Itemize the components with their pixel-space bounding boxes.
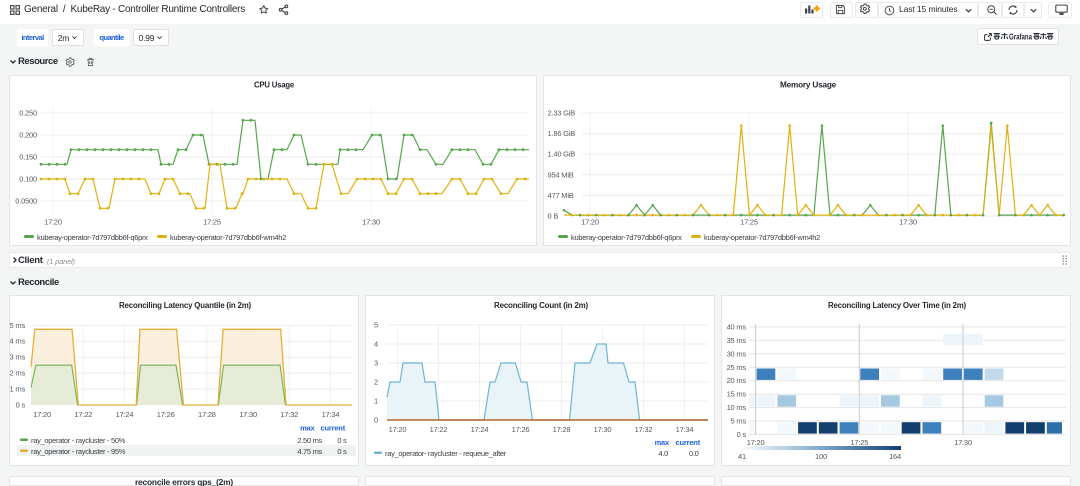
- svg-text:0 s: 0 s: [337, 447, 347, 456]
- svg-text:17:30: 17:30: [899, 218, 917, 227]
- svg-text:4: 4: [374, 340, 378, 349]
- svg-text:2.33 GiB: 2.33 GiB: [548, 109, 576, 118]
- svg-text:Grafana: Grafana: [1009, 33, 1032, 42]
- svg-text:ray_operator - raycluster - 50: ray_operator - raycluster - 50%: [31, 436, 126, 445]
- svg-text:17:22: 17:22: [430, 425, 448, 434]
- svg-text:Memory Usage: Memory Usage: [780, 81, 837, 90]
- svg-text:164: 164: [889, 452, 901, 461]
- svg-text:17:30: 17:30: [362, 218, 380, 227]
- svg-text:2 ms: 2 ms: [10, 369, 25, 378]
- svg-text:kuberay-operator-7d797dbb6f-q6: kuberay-operator-7d797dbb6f-q6prx: [37, 233, 148, 242]
- svg-text:20 ms: 20 ms: [727, 376, 747, 385]
- svg-text:30 ms: 30 ms: [727, 349, 747, 358]
- svg-text:17:32: 17:32: [280, 410, 298, 419]
- svg-text:40 ms: 40 ms: [727, 322, 747, 331]
- svg-text:100: 100: [815, 452, 827, 461]
- svg-text:17:30: 17:30: [239, 410, 257, 419]
- svg-text:0.250: 0.250: [19, 109, 37, 118]
- svg-text:15 ms: 15 ms: [727, 390, 747, 399]
- svg-text:17:25: 17:25: [850, 438, 868, 447]
- svg-text:4.75 ms: 4.75 ms: [297, 447, 322, 456]
- svg-text:0.150: 0.150: [19, 153, 37, 162]
- svg-text:current: current: [321, 424, 346, 433]
- svg-text:0 s: 0 s: [337, 436, 347, 445]
- svg-text:17:28: 17:28: [553, 425, 571, 434]
- svg-text:35 ms: 35 ms: [727, 336, 747, 345]
- svg-text:17:25: 17:25: [740, 218, 758, 227]
- svg-text:0.0: 0.0: [689, 449, 699, 458]
- svg-text:17:22: 17:22: [74, 410, 92, 419]
- svg-text:0.0500: 0.0500: [15, 197, 37, 206]
- svg-text:0: 0: [374, 416, 378, 425]
- svg-text:17:34: 17:34: [676, 425, 694, 434]
- svg-text:0.200: 0.200: [19, 131, 37, 140]
- svg-text:Reconciling Latency Quantile (: Reconciling Latency Quantile (in 2m): [119, 301, 252, 310]
- svg-text:ray_operator- raycluster - req: ray_operator- raycluster - requeue_after: [385, 449, 507, 458]
- svg-text:2.50 ms: 2.50 ms: [297, 436, 322, 445]
- svg-text:5: 5: [374, 321, 378, 330]
- svg-text:CPU Usage: CPU Usage: [254, 81, 295, 90]
- svg-text:current: current: [676, 438, 701, 447]
- svg-text:Reconciling Count (in 2m): Reconciling Count (in 2m): [494, 301, 589, 310]
- svg-text:17:30: 17:30: [954, 438, 972, 447]
- svg-text:17:26: 17:26: [512, 425, 530, 434]
- svg-text:1 ms: 1 ms: [10, 385, 25, 394]
- svg-text:17:30: 17:30: [594, 425, 612, 434]
- svg-text:17:20: 17:20: [747, 438, 765, 447]
- svg-text:17:28: 17:28: [198, 410, 216, 419]
- svg-text:17:32: 17:32: [635, 425, 653, 434]
- svg-text:max: max: [655, 438, 670, 447]
- svg-text:0 B: 0 B: [548, 212, 559, 221]
- svg-text:17:26: 17:26: [157, 410, 175, 419]
- svg-text:0 s: 0 s: [16, 401, 26, 410]
- svg-text:0.100: 0.100: [19, 175, 37, 184]
- svg-text:5 ms: 5 ms: [10, 321, 25, 330]
- svg-text:kuberay-operator-7d797dbb6f-wm: kuberay-operator-7d797dbb6f-wm4h2: [704, 233, 820, 242]
- svg-text:17:25: 17:25: [203, 218, 221, 227]
- svg-text:reconcile errors qps_(2m): reconcile errors qps_(2m): [135, 478, 234, 486]
- svg-text:17:20: 17:20: [581, 218, 599, 227]
- svg-text:2: 2: [374, 378, 378, 387]
- svg-text:max: max: [300, 424, 315, 433]
- svg-text:17:34: 17:34: [322, 410, 340, 419]
- svg-text:17:24: 17:24: [116, 410, 134, 419]
- svg-text:17:20: 17:20: [44, 218, 62, 227]
- svg-text:4.0: 4.0: [658, 449, 668, 458]
- svg-text:477 MiB: 477 MiB: [548, 191, 574, 200]
- svg-text:25 ms: 25 ms: [727, 363, 747, 372]
- svg-text:5 ms: 5 ms: [731, 417, 747, 426]
- svg-text:1: 1: [374, 397, 378, 406]
- svg-text:17:20: 17:20: [33, 410, 51, 419]
- svg-text:kuberay-operator-7d797dbb6f-wm: kuberay-operator-7d797dbb6f-wm4h2: [170, 233, 286, 242]
- svg-text:4 ms: 4 ms: [10, 337, 25, 346]
- svg-text:41: 41: [738, 452, 746, 461]
- svg-text:1.40 GiB: 1.40 GiB: [548, 150, 576, 159]
- svg-text:17:20: 17:20: [389, 425, 407, 434]
- svg-text:10 ms: 10 ms: [727, 403, 747, 412]
- svg-text:954 MiB: 954 MiB: [548, 170, 574, 179]
- svg-text:1.86 GiB: 1.86 GiB: [548, 129, 576, 138]
- svg-text:17:24: 17:24: [471, 425, 489, 434]
- svg-text:kuberay-operator-7d797dbb6f-q6: kuberay-operator-7d797dbb6f-q6prx: [571, 233, 682, 242]
- svg-text:0 s: 0 s: [737, 430, 747, 439]
- svg-text:3 ms: 3 ms: [10, 353, 25, 362]
- svg-text:Reconciling Latency Over Time: Reconciling Latency Over Time (in 2m): [828, 301, 967, 310]
- svg-text:ray_operator - raycluster - 95: ray_operator - raycluster - 95%: [31, 447, 126, 456]
- svg-text:3: 3: [374, 359, 378, 368]
